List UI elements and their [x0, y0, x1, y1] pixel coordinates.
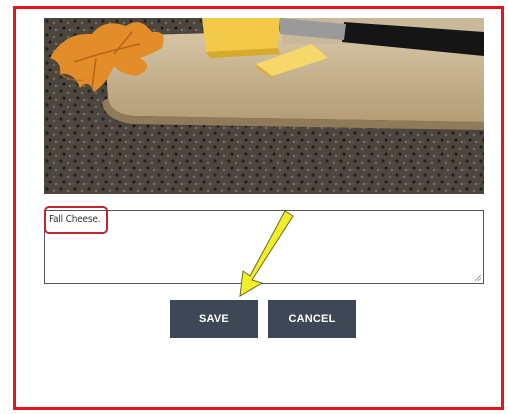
caption-text[interactable]: Fall Cheese.: [49, 214, 101, 225]
cheese-photo: [44, 18, 484, 194]
resize-grip-icon[interactable]: [475, 275, 481, 281]
save-button[interactable]: SAVE: [170, 300, 258, 338]
caption-textarea[interactable]: Fall Cheese.: [44, 210, 484, 284]
photo-preview: [44, 18, 484, 194]
cancel-button[interactable]: CANCEL: [268, 300, 356, 338]
